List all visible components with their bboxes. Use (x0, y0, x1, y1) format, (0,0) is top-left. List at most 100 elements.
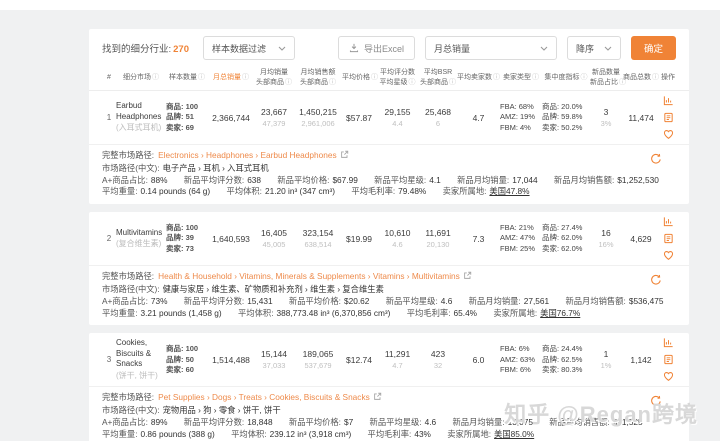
chevron-down-icon (604, 46, 612, 51)
favorite-heart-icon[interactable] (663, 250, 674, 261)
col-ops: 操作 (660, 73, 676, 83)
col-avg-qty: 月均销量头部商品ⓘ (254, 68, 294, 87)
market-path-links[interactable]: Pet Supplies › Dogs › Treats › Cookies, … (158, 392, 370, 402)
toolbar: 找到的细分行业:270 样本数据过滤 导出Excel 月总销量 降序 确定 (89, 29, 689, 65)
report-icon[interactable] (663, 354, 674, 365)
total-sales: 2,366,744 (208, 113, 254, 123)
chart-icon[interactable] (663, 216, 674, 227)
avg-rating: 10,6104.6 (376, 228, 419, 249)
col-avg-rev: 月均销售额头部商品ⓘ (294, 68, 342, 87)
found-segments-text: 找到的细分行业:270 (102, 41, 189, 55)
col-price: 平均价格ⓘ (342, 73, 376, 83)
download-icon (349, 43, 359, 53)
col-concentration: 集中度指标ⓘ (542, 73, 590, 83)
market-name: Earbud Headphones(入耳式耳机) (116, 101, 166, 134)
concentration: 商品: 20.0%品牌: 59.8%卖家: 50.2% (542, 102, 590, 134)
seller-type: FBA: 68%AMZ: 19%FBM: 4% (500, 102, 542, 134)
avg-qty-top: 23,66747,379 (254, 107, 294, 128)
concentration: 商品: 27.4%品牌: 62.0%卖家: 62.0% (542, 223, 590, 255)
favorite-heart-icon[interactable] (663, 371, 674, 382)
avg-rev-top: 1,450,2152,961,006 (294, 107, 342, 128)
new-products: 33% (590, 107, 622, 128)
info-icon[interactable]: ⓘ (198, 74, 205, 81)
avg-bsr: 42332 (419, 349, 457, 370)
info-icon[interactable]: ⓘ (152, 74, 159, 81)
col-new-products: 新品数量新品占比ⓘ (590, 68, 622, 87)
refresh-icon[interactable] (650, 152, 662, 164)
market-path-cn-line: 市场路径(中文):健康与家居 › 维生素、矿物质和补充剂 › 维生素 › 复合维… (102, 284, 676, 296)
avg-rating: 11,2914.7 (376, 349, 419, 370)
market-path-links[interactable]: Health & Household › Vitamins, Minerals … (158, 271, 460, 281)
market-path-links[interactable]: Electronics › Headphones › Earbud Headph… (158, 150, 337, 160)
avg-rev-top: 189,065537,679 (294, 349, 342, 370)
avg-rating: 29,1554.4 (376, 107, 419, 128)
market-name: Multivitamins(复合维生素) (116, 228, 166, 250)
row-details: 完整市场路径:Electronics › Headphones › Earbud… (89, 144, 689, 204)
info-icon[interactable]: ⓘ (449, 79, 456, 86)
total-products: 4,629 (622, 234, 660, 244)
avg-qty-top: 16,40545,005 (254, 228, 294, 249)
report-icon[interactable] (663, 233, 674, 244)
info-icon[interactable]: ⓘ (409, 79, 416, 86)
seller-location-link[interactable]: 美国85.0% (494, 429, 534, 439)
avg-sellers: 4.7 (457, 113, 500, 123)
avg-bsr: 25,4686 (419, 107, 457, 128)
market-path-line: 完整市场路径:Electronics › Headphones › Earbud… (102, 150, 676, 163)
avg-price: $19.99 (342, 234, 376, 244)
chart-icon[interactable] (663, 337, 674, 348)
col-seller-type: 卖家类型ⓘ (500, 73, 542, 83)
seller-location-link[interactable]: 美国47.8% (489, 186, 529, 196)
chevron-down-icon (278, 46, 286, 51)
market-path-line: 完整市场路径:Health & Household › Vitamins, Mi… (102, 271, 676, 284)
total-products: 1,142 (622, 355, 660, 365)
new-products: 11% (590, 349, 622, 370)
info-icon[interactable]: ⓘ (532, 74, 539, 81)
external-link-icon[interactable] (463, 271, 472, 284)
col-bsr: 平均BSR头部商品ⓘ (419, 68, 457, 87)
total-sales: 1,514,488 (208, 355, 254, 365)
row-actions (660, 337, 676, 382)
row-actions (660, 216, 676, 261)
chevron-down-icon (540, 46, 548, 51)
seller-type: FBA: 6%AMZ: 63%FBM: 6% (500, 344, 542, 376)
sample-counts: 商品: 100品牌: 51卖家: 69 (166, 102, 208, 134)
col-avg-sellers: 平均卖家数ⓘ (457, 73, 500, 83)
row-details: 完整市场路径:Health & Household › Vitamins, Mi… (89, 265, 689, 325)
new-product-stats-line: A+商品占比:88% 新品平均评分数:638 新品平均价格:$67.99 新品平… (102, 175, 676, 187)
col-market: 细分市场ⓘ (116, 73, 166, 83)
export-excel-button[interactable]: 导出Excel (338, 36, 415, 60)
avg-rev-top: 323,154638,514 (294, 228, 342, 249)
physical-stats-line: 平均重量:0.14 pounds (64 g) 平均体积:21.20 in³ (… (102, 186, 676, 198)
seller-type: FBA: 21%AMZ: 47%FBM: 25% (500, 223, 542, 255)
chart-icon[interactable] (663, 95, 674, 106)
sample-filter-dropdown[interactable]: 样本数据过滤 (203, 36, 295, 60)
info-icon[interactable]: ⓘ (652, 74, 659, 81)
top-strip (0, 0, 720, 10)
report-icon[interactable] (663, 112, 674, 123)
sample-counts: 商品: 100品牌: 50卖家: 60 (166, 344, 208, 376)
favorite-heart-icon[interactable] (663, 129, 674, 140)
col-rating: 平均评分数平均星级ⓘ (376, 68, 419, 87)
segment-table-panel: 找到的细分行业:270 样本数据过滤 导出Excel 月总销量 降序 确定 # (89, 10, 689, 441)
physical-stats-line: 平均重量:3.21 pounds (1,458 g) 平均体积:388,773.… (102, 308, 676, 320)
concentration: 商品: 24.4%品牌: 62.5%卖家: 80.3% (542, 344, 590, 376)
info-icon[interactable]: ⓘ (581, 74, 588, 81)
refresh-icon[interactable] (650, 273, 662, 285)
info-icon[interactable]: ⓘ (285, 79, 292, 86)
table-row: 1 Earbud Headphones(入耳式耳机) 商品: 100品牌: 51… (89, 91, 689, 144)
info-icon[interactable]: ⓘ (329, 79, 336, 86)
sort-field-select[interactable]: 月总销量 (425, 36, 557, 60)
avg-price: $12.74 (342, 355, 376, 365)
confirm-button[interactable]: 确定 (631, 36, 676, 60)
avg-sellers: 6.0 (457, 355, 500, 365)
info-icon[interactable]: ⓘ (493, 74, 500, 81)
col-total-sales: 月总销量ⓘ (208, 73, 254, 83)
found-count: 270 (173, 44, 189, 55)
seller-location-link[interactable]: 美国76.7% (540, 308, 580, 318)
rank: 1 (102, 113, 116, 122)
info-icon[interactable]: ⓘ (242, 74, 249, 81)
external-link-icon[interactable] (373, 392, 382, 405)
avg-sellers: 7.3 (457, 234, 500, 244)
external-link-icon[interactable] (340, 150, 349, 163)
sort-order-select[interactable]: 降序 (567, 36, 621, 60)
